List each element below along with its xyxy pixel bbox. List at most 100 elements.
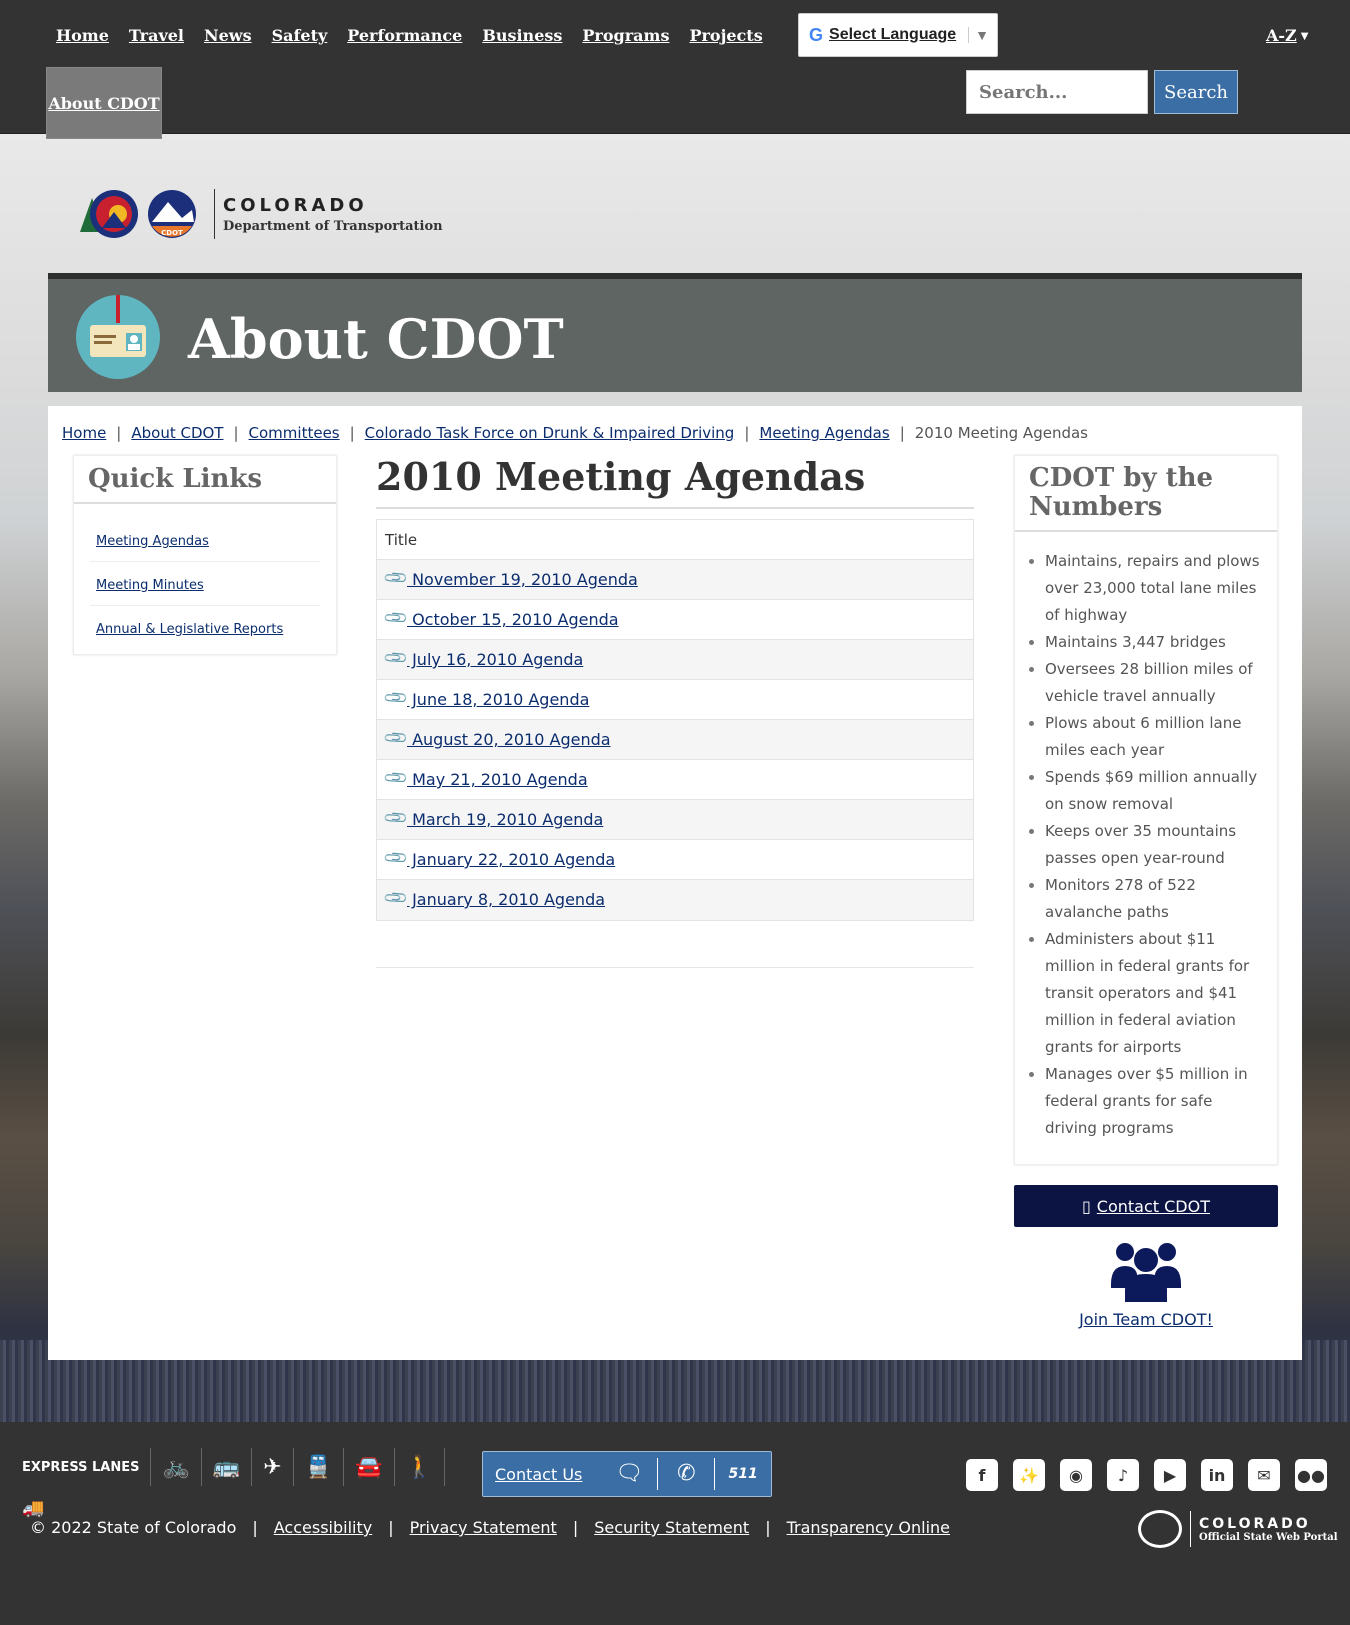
divider [376,967,974,968]
a-z-menu[interactable]: A-Z ▼ [1266,26,1308,45]
security-statement-link[interactable]: Security Statement [594,1518,749,1537]
portal-state: COLORADO [1199,1515,1311,1532]
nav-travel[interactable]: Travel [129,26,184,45]
agenda-link[interactable]: July 16, 2010 Agenda [407,650,583,669]
list-item: Oversees 28 billion miles of vehicle tra… [1045,656,1267,710]
nav-programs[interactable]: Programs [582,26,669,45]
nav-business[interactable]: Business [482,26,562,45]
breadcrumb-meeting-agendas[interactable]: Meeting Agendas [759,424,889,442]
agenda-link[interactable]: October 15, 2010 Agenda [407,610,619,629]
search-button[interactable]: Search [1154,70,1238,114]
bicycle-icon[interactable]: 🚲 [151,1448,202,1486]
breadcrumb-task-force[interactable]: Colorado Task Force on Drunk & Impaired … [365,424,735,442]
agenda-link[interactable]: March 19, 2010 Agenda [407,810,603,829]
nav-home[interactable]: Home [56,26,109,45]
breadcrumb: Home | About CDOT | Committees | Colorado Task… [62,424,1088,442]
facebook-icon[interactable]: f [966,1459,998,1491]
nav-performance[interactable]: Performance [347,26,462,45]
511-icon[interactable]: 511 [714,1458,771,1490]
truck-icon[interactable]: 🚚 [22,1498,44,1519]
footer-separator: | [252,1518,258,1537]
car-icon[interactable]: 🚘 [344,1448,395,1486]
tiktok-icon[interactable]: ♪ [1107,1459,1139,1491]
nav-about-cdot[interactable]: About CDOT [48,94,159,113]
colorado-c-logo-icon [1138,1510,1182,1548]
email-icon[interactable]: ✉ [1248,1459,1280,1491]
dropdown-arrow-icon: ▼ [968,27,989,43]
legal-links: © 2022 State of Colorado | Accessibility | P… [30,1518,950,1537]
join-team-cdot-link[interactable]: Join Team CDOT! [1014,1310,1278,1329]
twitter-icon[interactable]: ✨ [1013,1459,1045,1491]
nav-safety[interactable]: Safety [272,26,328,45]
travel-modes: EXPRESS LANES 🚲 🚌 ✈ 🚆 🚘 🚶 [22,1448,445,1486]
express-lanes-icon[interactable]: EXPRESS LANES [22,1448,152,1486]
footer-separator: | [388,1518,394,1537]
linkedin-icon[interactable]: in [1201,1459,1233,1491]
agenda-table: Title 📎 November 19, 2010 Agenda 📎 Octob… [376,519,974,921]
bus-icon[interactable]: 🚌 [202,1448,253,1486]
list-item: Administers about $11 million in federal… [1045,926,1267,1061]
a-z-label: A-Z [1266,26,1297,45]
agenda-link[interactable]: June 18, 2010 Agenda [407,690,589,709]
accessibility-link[interactable]: Accessibility [274,1518,372,1537]
table-row: 📎 March 19, 2010 Agenda [377,800,973,840]
nav-about-cdot-tab[interactable]: About CDOT [46,67,162,139]
nav-projects[interactable]: Projects [689,26,762,45]
footer-separator: | [572,1518,579,1537]
breadcrumb-home[interactable]: Home [62,424,106,442]
footer-contact-us-link[interactable]: Contact Us [483,1465,601,1484]
content-panel: Home | About CDOT | Committees | Colorado Task… [48,406,1302,1360]
colorado-portal-logo[interactable]: COLORADO Official State Web Portal [1138,1510,1338,1548]
list-item: Maintains, repairs and plows over 23,000… [1045,548,1267,629]
youtube-icon[interactable]: ▶ [1154,1459,1186,1491]
agenda-link[interactable]: January 22, 2010 Agenda [407,850,615,869]
flickr-icon[interactable]: ●● [1295,1459,1327,1491]
language-selector[interactable]: G Select Language ▼ [798,13,998,57]
privacy-statement-link[interactable]: Privacy Statement [410,1518,557,1537]
social-links: f ✨ ◉ ♪ ▶ in ✉ ●● [966,1459,1327,1491]
cdot-logo[interactable]: CDOT COLORADO Department of Transportati… [78,188,443,240]
search-input[interactable] [966,70,1148,114]
pedestrian-icon[interactable]: 🚶 [395,1448,445,1486]
list-item: Plows about 6 million lane miles each ye… [1045,710,1267,764]
main-content: 2010 Meeting Agendas Title 📎 November 19… [376,454,974,968]
breadcrumb-about-cdot[interactable]: About CDOT [131,424,223,442]
people-group-icon [1111,1243,1181,1302]
quick-links-list: Meeting Agendas Meeting Minutes Annual &… [74,504,336,649]
logo-divider [214,189,215,239]
agenda-link[interactable]: August 20, 2010 Agenda [407,730,610,749]
copyright: © 2022 State of Colorado [30,1518,237,1537]
portal-subtitle: Official State Web Portal [1199,1531,1338,1543]
nav-news[interactable]: News [204,26,252,45]
table-row: 📎 July 16, 2010 Agenda [377,640,973,680]
airplane-icon[interactable]: ✈ [252,1448,294,1486]
quick-links-title: Quick Links [74,456,336,504]
breadcrumb-current: 2010 Meeting Agendas [914,424,1088,442]
quick-link-annual-reports[interactable]: Annual & Legislative Reports [96,622,283,637]
quick-link-meeting-agendas[interactable]: Meeting Agendas [96,534,209,549]
breadcrumb-separator: | [349,424,355,442]
portal-divider [1190,1511,1191,1547]
transparency-online-link[interactable]: Transparency Online [787,1518,950,1537]
breadcrumb-separator: | [744,424,750,442]
list-item: Manages over $5 million in federal grant… [1045,1061,1267,1142]
portal-text: COLORADO Official State Web Portal [1199,1516,1338,1543]
google-icon: G [809,24,824,45]
caret-down-icon: ▼ [1300,31,1309,42]
table-row: 📎 January 22, 2010 Agenda [377,840,973,880]
table-row: 📎 August 20, 2010 Agenda [377,720,973,760]
instagram-icon[interactable]: ◉ [1060,1459,1092,1491]
top-navigation-bar: Home Travel News Safety Performance Busi… [0,0,1350,139]
contact-cdot-button[interactable]: ▯ Contact CDOT [1014,1185,1278,1227]
phone-icon[interactable]: ✆ [657,1458,714,1490]
agenda-link[interactable]: November 19, 2010 Agenda [407,570,638,589]
page-banner-title: About CDOT [188,307,564,371]
chat-icon[interactable]: 🗨 [601,1458,658,1490]
quick-link-meeting-minutes[interactable]: Meeting Minutes [96,578,204,593]
agenda-link[interactable]: May 21, 2010 Agenda [407,770,588,789]
breadcrumb-committees[interactable]: Committees [249,424,340,442]
table-row: 📎 May 21, 2010 Agenda [377,760,973,800]
agenda-link[interactable]: January 8, 2010 Agenda [407,890,605,909]
list-item: Keeps over 35 mountains passes open year… [1045,818,1267,872]
train-icon[interactable]: 🚆 [294,1448,345,1486]
